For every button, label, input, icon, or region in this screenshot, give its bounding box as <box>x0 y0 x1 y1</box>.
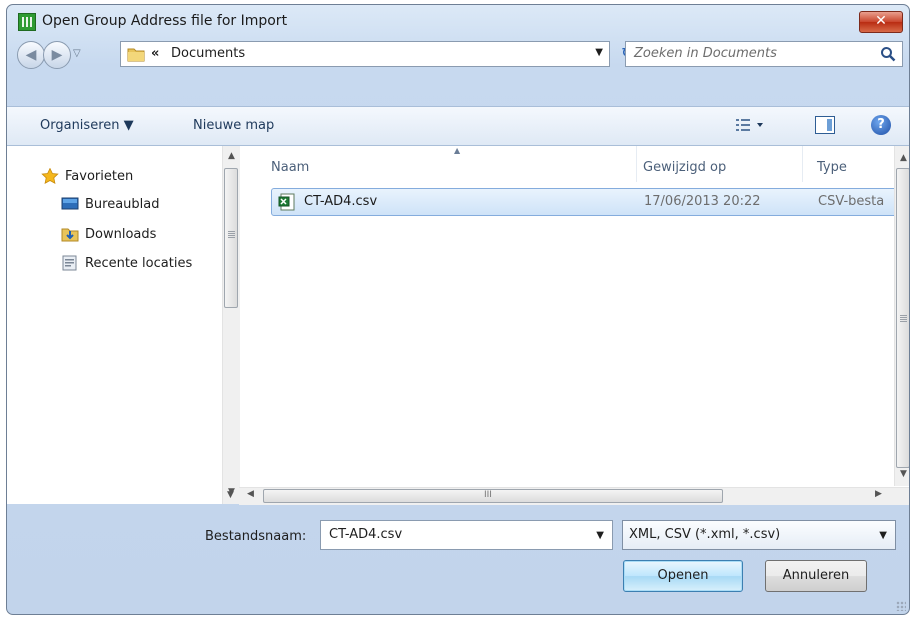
cancel-button[interactable]: Annuleren <box>765 560 867 592</box>
folder-icon <box>127 48 145 62</box>
organise-menu[interactable]: Organiseren ▼ <box>40 118 134 133</box>
breadcrumb-documents[interactable]: Documents <box>171 46 245 61</box>
recent-pages-dropdown[interactable]: ▽ <box>73 48 81 59</box>
sidebar-item-label: Downloads <box>85 226 157 242</box>
file-list-vertical-scrollbar[interactable]: ▲ ▼ <box>894 146 909 486</box>
filename-label: Bestandsnaam: <box>205 529 307 544</box>
horizontal-scrollbar-thumb[interactable]: III <box>263 489 723 503</box>
window-title: Open Group Address file for Import <box>42 13 288 29</box>
file-modified: 17/06/2013 20:22 <box>644 194 761 209</box>
app-icon <box>18 13 36 31</box>
column-divider[interactable] <box>636 146 637 182</box>
chevron-down-icon[interactable]: ▼ <box>596 530 604 541</box>
downloads-folder-icon <box>61 228 79 242</box>
column-header-type[interactable]: Type <box>817 160 847 175</box>
desktop-icon <box>61 197 79 210</box>
recent-places-icon <box>62 255 77 271</box>
sidebar-scroll-down[interactable]: ▼ <box>222 487 239 504</box>
back-button[interactable]: ◀ <box>17 41 45 69</box>
sort-ascending-icon: ▲ <box>454 146 461 155</box>
sidebar-item-label: Bureaublad <box>85 196 160 212</box>
browser-area: Favorieten Bureaublad Downloads Recente … <box>7 146 909 505</box>
sidebar-item-downloads[interactable]: Downloads <box>61 223 156 245</box>
grip-icon <box>228 231 235 238</box>
file-name: CT-AD4.csv <box>304 194 378 209</box>
file-row[interactable]: CT-AD4.csv 17/06/2013 20:22 CSV-besta <box>271 188 909 216</box>
address-bar[interactable]: « Documents ▼ <box>120 41 610 67</box>
scrollbar-thumb[interactable] <box>896 168 909 468</box>
column-header-modified[interactable]: Gewijzigd op <box>643 160 726 175</box>
sidebar-scrollbar[interactable]: ▲ ▼ <box>222 146 240 504</box>
open-button[interactable]: Openen <box>623 560 743 592</box>
open-file-dialog: Open Group Address file for Import ✕ ◀ ▶… <box>6 4 910 615</box>
sidebar-item-label: Recente locaties <box>85 255 193 271</box>
filename-combobox[interactable]: CT-AD4.csv ▼ <box>320 520 613 550</box>
scroll-down-icon[interactable]: ▼ <box>222 487 239 504</box>
sidebar-item-recent-places[interactable]: Recente locaties <box>61 252 192 274</box>
scroll-left-icon[interactable]: ◀ <box>247 489 254 499</box>
sidebar-item-label: Favorieten <box>65 168 134 184</box>
navigation-pane: Favorieten Bureaublad Downloads Recente … <box>7 146 240 504</box>
file-type: CSV-besta <box>818 194 885 209</box>
scroll-right-icon[interactable]: ▶ <box>875 489 882 499</box>
scroll-up-icon[interactable]: ▲ <box>223 148 240 165</box>
title-bar[interactable]: Open Group Address file for Import ✕ <box>7 5 909 37</box>
resize-grip-icon[interactable] <box>896 601 906 611</box>
grip-icon: III <box>484 490 492 500</box>
file-list: ▲ Naam Gewijzigd op Type CT-AD4.csv 17/0… <box>259 146 909 504</box>
search-placeholder[interactable]: Zoeken in Documents <box>634 46 777 61</box>
horizontal-scrollbar[interactable]: ▼ ◀ III ▶ <box>227 487 909 505</box>
close-button[interactable]: ✕ <box>859 11 903 33</box>
grip-icon <box>900 315 907 322</box>
address-dropdown-icon[interactable]: ▼ <box>595 47 603 58</box>
breadcrumb-chevron[interactable]: « <box>151 46 159 61</box>
scroll-down-icon[interactable]: ▼ <box>895 466 909 483</box>
scroll-up-icon[interactable]: ▲ <box>895 150 909 167</box>
star-icon <box>41 168 59 184</box>
chevron-down-icon[interactable]: ▼ <box>879 530 887 541</box>
forward-button[interactable]: ▶ <box>43 41 71 69</box>
filename-input[interactable]: CT-AD4.csv <box>329 527 402 542</box>
column-divider[interactable] <box>802 146 803 182</box>
scrollbar-thumb[interactable] <box>224 168 238 308</box>
help-icon[interactable]: ? <box>871 115 891 135</box>
csv-file-icon <box>278 193 295 211</box>
search-icon[interactable] <box>880 46 896 62</box>
search-box[interactable]: Zoeken in Documents <box>625 41 903 67</box>
command-bar: Organiseren ▼ Nieuwe map ? <box>7 106 909 146</box>
column-header-name[interactable]: Naam <box>271 160 309 175</box>
change-view-icon[interactable] <box>735 117 765 133</box>
navigation-bar: ◀ ▶ ▽ « Documents ▼ ↻ Zoeken in Document… <box>7 39 909 73</box>
filetype-select[interactable]: XML, CSV (*.xml, *.csv) ▼ <box>622 520 896 550</box>
filetype-value: XML, CSV (*.xml, *.csv) <box>629 527 781 542</box>
preview-pane-icon[interactable] <box>815 116 835 134</box>
new-folder-button[interactable]: Nieuwe map <box>193 118 274 133</box>
sidebar-item-desktop[interactable]: Bureaublad <box>61 193 160 215</box>
sidebar-item-favorites[interactable]: Favorieten <box>41 165 133 187</box>
